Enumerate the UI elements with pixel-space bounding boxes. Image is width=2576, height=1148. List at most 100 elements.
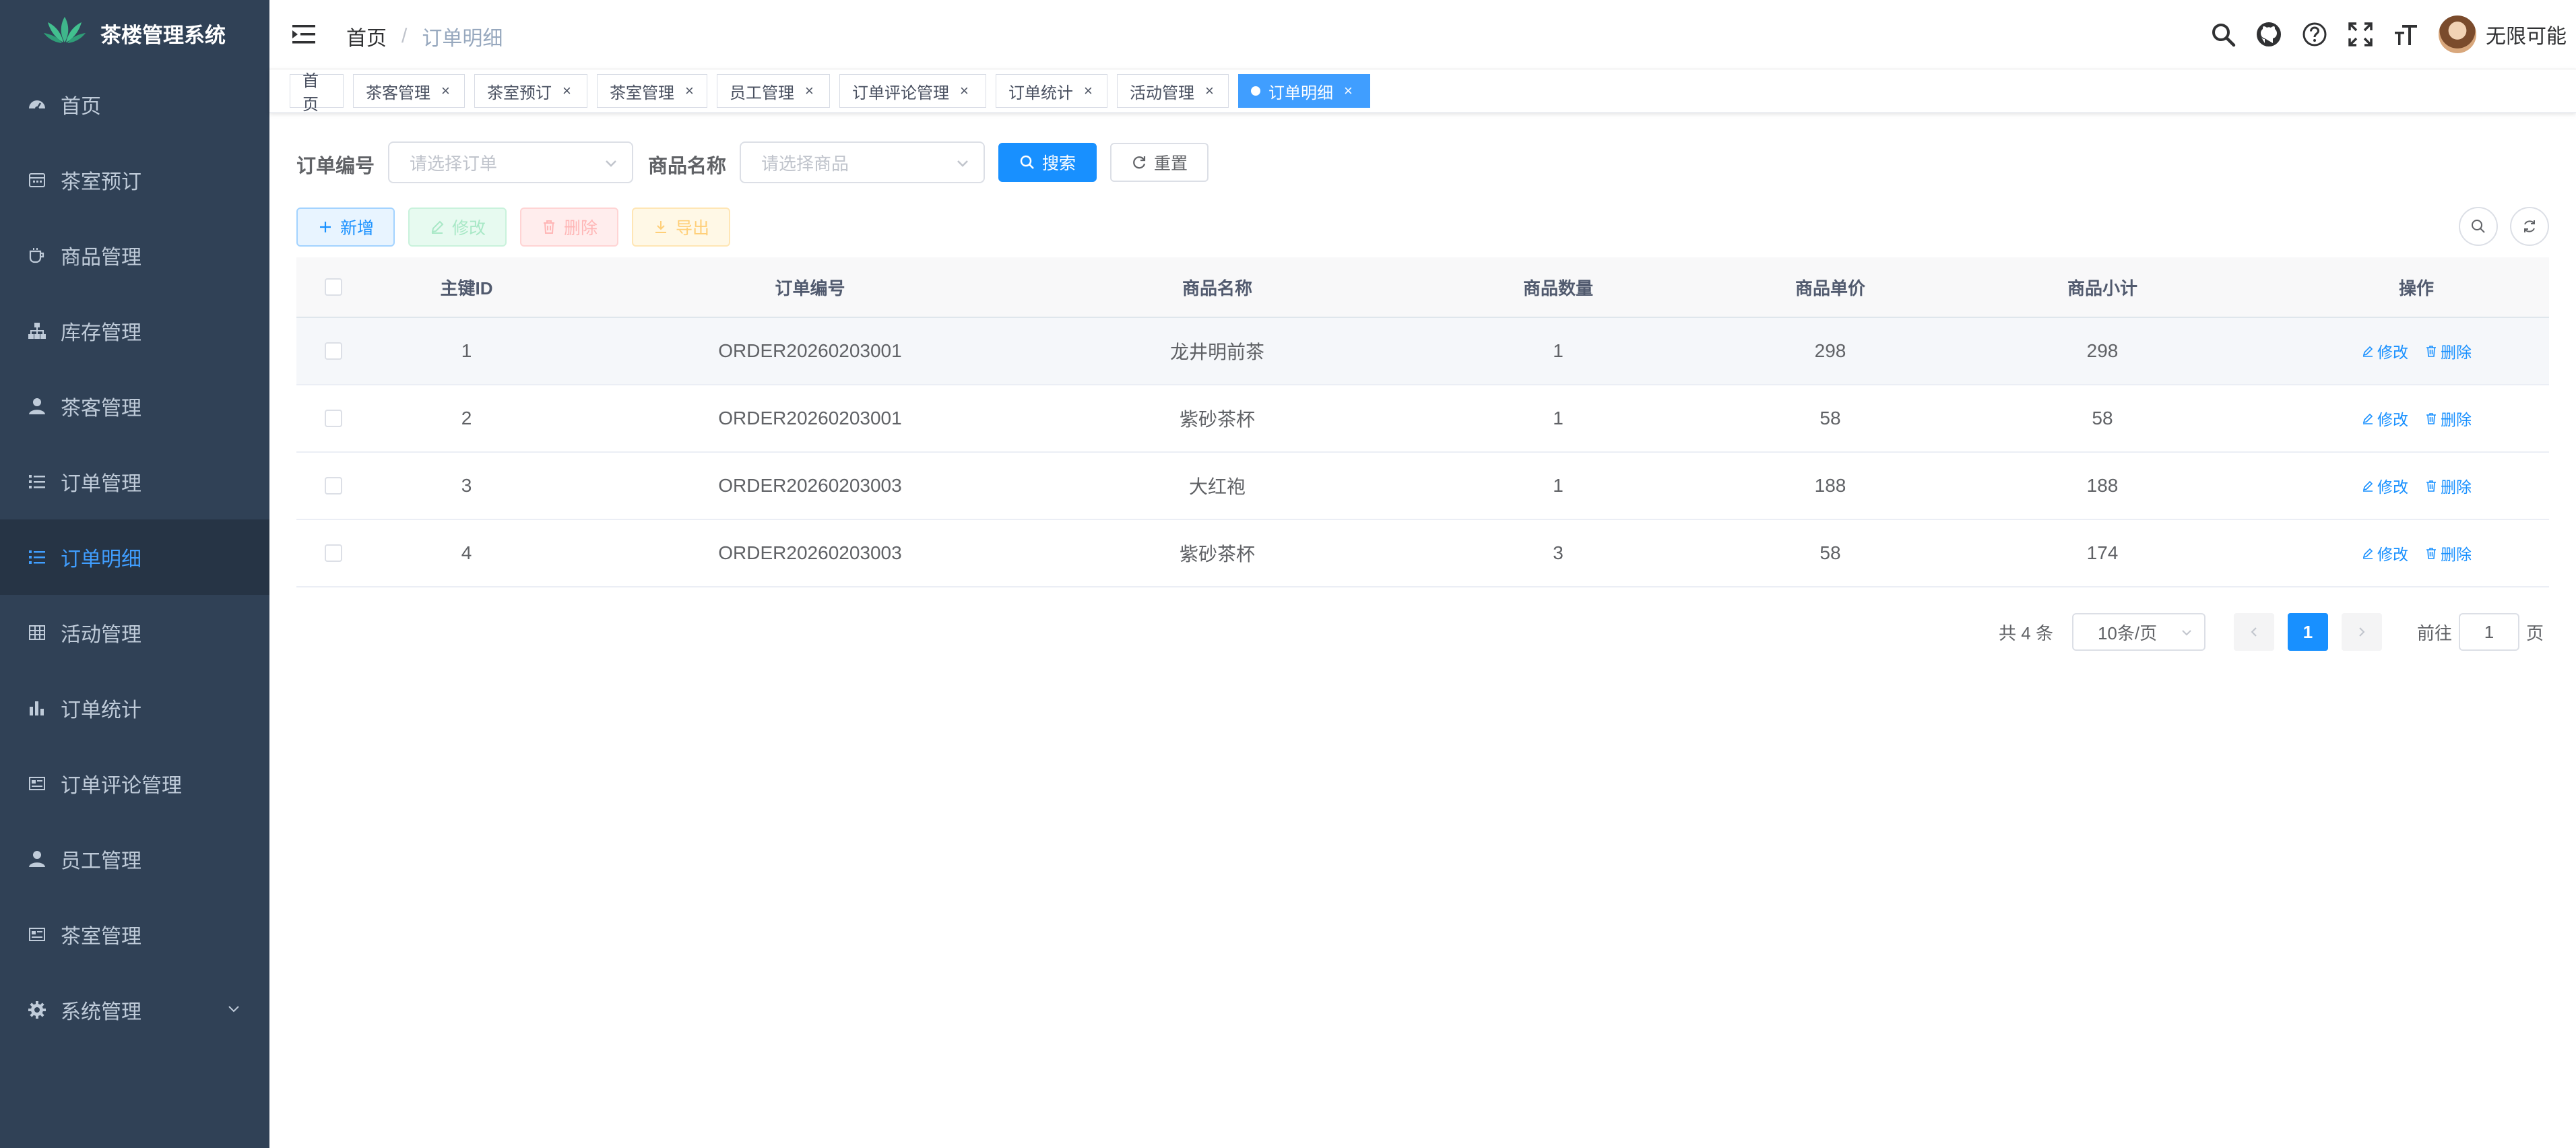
row-edit-link[interactable]: 修改: [2361, 542, 2408, 565]
sidebar-item-7[interactable]: 订单明细: [0, 519, 269, 595]
close-icon[interactable]: ×: [1084, 82, 1093, 100]
username[interactable]: 无限可能: [2486, 20, 2567, 49]
list-icon: [27, 547, 47, 567]
search-icon[interactable]: [2210, 21, 2236, 48]
cell-unit-price: 58: [1820, 408, 1841, 428]
next-page-button[interactable]: [2341, 613, 2382, 651]
gear-icon: [27, 1000, 47, 1020]
export-button[interactable]: 导出: [632, 208, 730, 247]
trash-icon: [2424, 344, 2441, 358]
row-delete-link[interactable]: 删除: [2424, 542, 2472, 565]
page-number-1[interactable]: 1: [2287, 613, 2328, 651]
tag-label: 员工管理: [730, 84, 794, 102]
row-select-cell: [296, 477, 371, 495]
cell-subtotal: 174: [2086, 542, 2119, 563]
product-name-placeholder: 请选择商品: [761, 153, 849, 174]
fullscreen-icon[interactable]: [2347, 21, 2374, 48]
tag-7[interactable]: 订单统计 ×: [996, 74, 1107, 108]
table-row[interactable]: 3 ORDER20260203003 大红袍 1 188 188 修改 删除: [296, 453, 2549, 520]
sidebar-item-8[interactable]: 活动管理: [0, 595, 269, 670]
sidebar-item-1[interactable]: 首页: [0, 67, 269, 142]
sidebar-item-4[interactable]: 库存管理: [0, 293, 269, 369]
edit-icon: [2361, 546, 2377, 560]
sidebar-item-5[interactable]: 茶客管理: [0, 369, 269, 444]
tag-4[interactable]: 茶室管理 ×: [597, 74, 707, 108]
refresh-table-button[interactable]: [2510, 207, 2549, 246]
github-icon[interactable]: [2255, 21, 2282, 48]
tag-label: 订单明细: [1268, 84, 1333, 102]
page-size-select[interactable]: 10条/页: [2071, 613, 2205, 651]
row-edit-link[interactable]: 修改: [2361, 407, 2408, 430]
row-delete-label: 删除: [2441, 546, 2472, 563]
table-row[interactable]: 2 ORDER20260203001 紫砂茶杯 1 58 58 修改 删除: [296, 385, 2549, 453]
row-checkbox[interactable]: [325, 477, 342, 495]
row-delete-link[interactable]: 删除: [2424, 340, 2472, 362]
sidebar-item-3[interactable]: 商品管理: [0, 218, 269, 293]
order-number-select[interactable]: 请选择订单: [388, 141, 633, 183]
toggle-search-button[interactable]: [2459, 207, 2498, 246]
sidebar-item-6[interactable]: 订单管理: [0, 444, 269, 519]
close-icon[interactable]: ×: [441, 82, 450, 100]
logo-icon: [44, 15, 100, 51]
tag-9[interactable]: 订单明细 ×: [1238, 74, 1370, 108]
reset-button[interactable]: 重置: [1110, 143, 1209, 182]
sidebar-item-label: 订单评论管理: [61, 775, 182, 797]
tag-8[interactable]: 活动管理 ×: [1117, 74, 1229, 108]
close-icon[interactable]: ×: [562, 82, 571, 100]
breadcrumb-home[interactable]: 首页: [346, 22, 387, 51]
tags-view: 首页 茶客管理 × 茶室预订 × 茶室管理 × 员工管理 × 订单评论管理 × 订单统计 × 活动管理 × 订…: [269, 69, 2576, 114]
sidebar-item-label: 商品管理: [61, 247, 141, 269]
row-edit-link[interactable]: 修改: [2361, 340, 2408, 362]
cell-unit-price: 58: [1820, 542, 1841, 563]
cell-id: 2: [461, 408, 472, 428]
header-actions: 无限可能: [2210, 0, 2576, 69]
sidebar-item-2[interactable]: 茶室预订: [0, 142, 269, 218]
row-checkbox[interactable]: [325, 410, 342, 427]
close-icon[interactable]: ×: [1205, 82, 1214, 100]
table-header: 主键ID 订单编号 商品名称 商品数量 商品单价 商品小计 操作: [296, 257, 2549, 318]
tag-6[interactable]: 订单评论管理 ×: [839, 74, 986, 108]
avatar[interactable]: [2439, 15, 2476, 53]
row-delete-link[interactable]: 删除: [2424, 474, 2472, 497]
select-all-checkbox[interactable]: [325, 278, 342, 296]
trash-icon: [2424, 412, 2441, 425]
add-button[interactable]: 新增: [296, 208, 395, 247]
table-row[interactable]: 4 ORDER20260203003 紫砂茶杯 3 58 174 修改 删除: [296, 520, 2549, 587]
close-icon[interactable]: ×: [1344, 82, 1353, 100]
tag-3[interactable]: 茶室预订 ×: [474, 74, 587, 108]
cell-id: 1: [461, 340, 472, 361]
sidebar-item-label: 活动管理: [61, 624, 141, 646]
cell-actions: 修改 删除: [2284, 474, 2549, 497]
chart-icon: [27, 698, 47, 718]
row-checkbox[interactable]: [325, 342, 342, 360]
breadcrumb: 首页 / 订单明细: [346, 22, 503, 51]
close-icon[interactable]: ×: [685, 82, 694, 100]
tag-2[interactable]: 茶客管理 ×: [353, 74, 465, 108]
hamburger-icon[interactable]: [292, 23, 315, 46]
column-header-product-name: 商品名称: [1182, 278, 1252, 298]
sidebar-item-12[interactable]: 茶室管理: [0, 897, 269, 972]
goto-page-input[interactable]: 1: [2458, 613, 2519, 651]
row-delete-link[interactable]: 删除: [2424, 407, 2472, 430]
sidebar-item-10[interactable]: 订单评论管理: [0, 746, 269, 821]
cell-subtotal: 58: [2092, 408, 2113, 428]
question-icon[interactable]: [2301, 21, 2328, 48]
chevron-down-icon: [957, 160, 968, 167]
font-size-icon[interactable]: [2393, 21, 2420, 48]
edit-button[interactable]: 修改: [408, 208, 507, 247]
row-checkbox[interactable]: [325, 544, 342, 562]
table-row[interactable]: 1 ORDER20260203001 龙井明前茶 1 298 298 修改 删除: [296, 318, 2549, 385]
search-button[interactable]: 搜索: [998, 143, 1097, 182]
close-icon[interactable]: ×: [805, 82, 814, 100]
sidebar-item-13[interactable]: 系统管理: [0, 972, 269, 1048]
close-icon[interactable]: ×: [960, 82, 969, 100]
sidebar-item-11[interactable]: 员工管理: [0, 821, 269, 897]
tag-1[interactable]: 首页: [290, 72, 344, 114]
row-edit-link[interactable]: 修改: [2361, 474, 2408, 497]
user-icon: [27, 849, 47, 869]
delete-button[interactable]: 删除: [520, 208, 618, 247]
prev-page-button[interactable]: [2233, 613, 2274, 651]
sidebar-item-9[interactable]: 订单统计: [0, 670, 269, 746]
tag-5[interactable]: 员工管理 ×: [717, 74, 830, 108]
product-name-select[interactable]: 请选择商品: [740, 141, 985, 183]
